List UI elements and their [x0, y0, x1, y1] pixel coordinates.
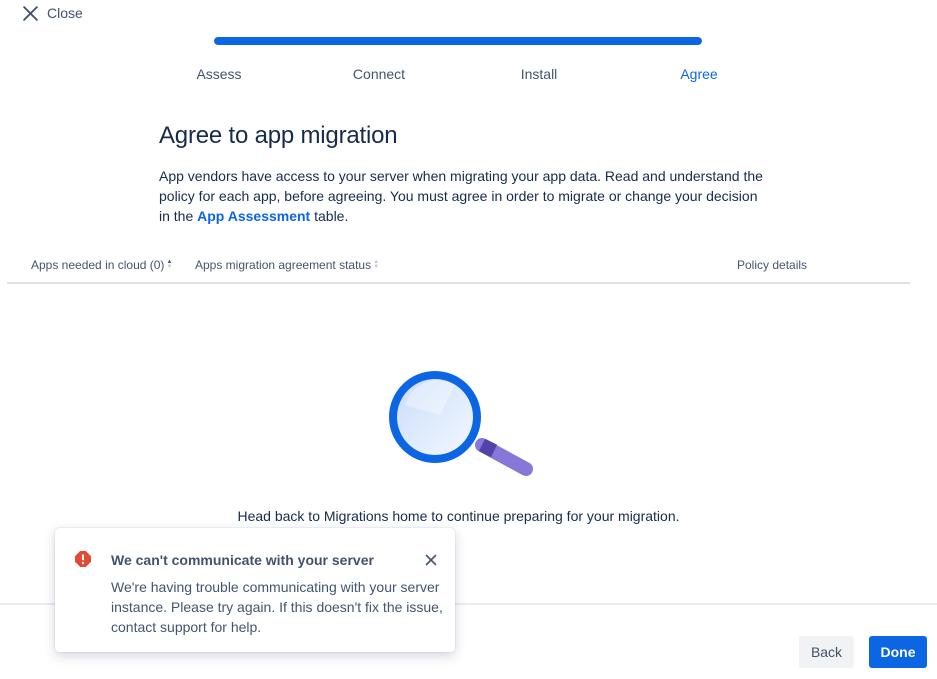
page-title: Agree to app migration: [159, 122, 398, 149]
page-description: App vendors have access to your server w…: [159, 166, 771, 226]
column-agreement-status-label: Apps migration agreement status: [195, 258, 372, 272]
close-button[interactable]: Close: [22, 4, 83, 22]
sort-neutral-icon: ▲ ▼: [373, 259, 380, 270]
empty-state-text: Head back to Migrations home to continue…: [237, 508, 680, 524]
flag-close-icon[interactable]: [423, 552, 439, 568]
app-assessment-link[interactable]: App Assessment: [197, 208, 310, 224]
column-apps-needed[interactable]: Apps needed in cloud (0) ▲ ▼: [31, 258, 172, 272]
close-icon: [23, 5, 38, 21]
close-label: Close: [47, 5, 83, 21]
flag-body: We're having trouble communicating with …: [111, 579, 443, 635]
column-apps-needed-label: Apps needed in cloud (0): [31, 258, 165, 272]
progress-fill: [214, 37, 702, 45]
column-policy-details: Policy details: [737, 258, 807, 272]
magnifying-glass-illustration-icon: [389, 371, 533, 476]
sort-ascending-icon: ▲ ▼: [166, 259, 173, 270]
back-button[interactable]: Back: [799, 636, 854, 668]
column-agreement-status[interactable]: Apps migration agreement status ▲ ▼: [195, 258, 379, 272]
description-text-2: table.: [310, 208, 349, 224]
done-button[interactable]: Done: [869, 636, 927, 668]
step-agree: Agree: [680, 66, 718, 82]
column-policy-details-label: Policy details: [737, 258, 808, 272]
flag-title: We can't communicate with your server: [111, 552, 374, 568]
error-icon: [75, 551, 91, 567]
step-connect: Connect: [352, 66, 406, 82]
step-assess: Assess: [196, 66, 242, 82]
error-flag: We can't communicate with your server We…: [55, 528, 455, 652]
step-install: Install: [520, 66, 558, 82]
progress-bar: [214, 37, 702, 45]
apps-table-header: Apps needed in cloud (0) ▲ ▼ Apps migrati…: [7, 250, 910, 284]
migration-agree-page: Close Assess Connect Install Agree Agree…: [0, 0, 937, 679]
